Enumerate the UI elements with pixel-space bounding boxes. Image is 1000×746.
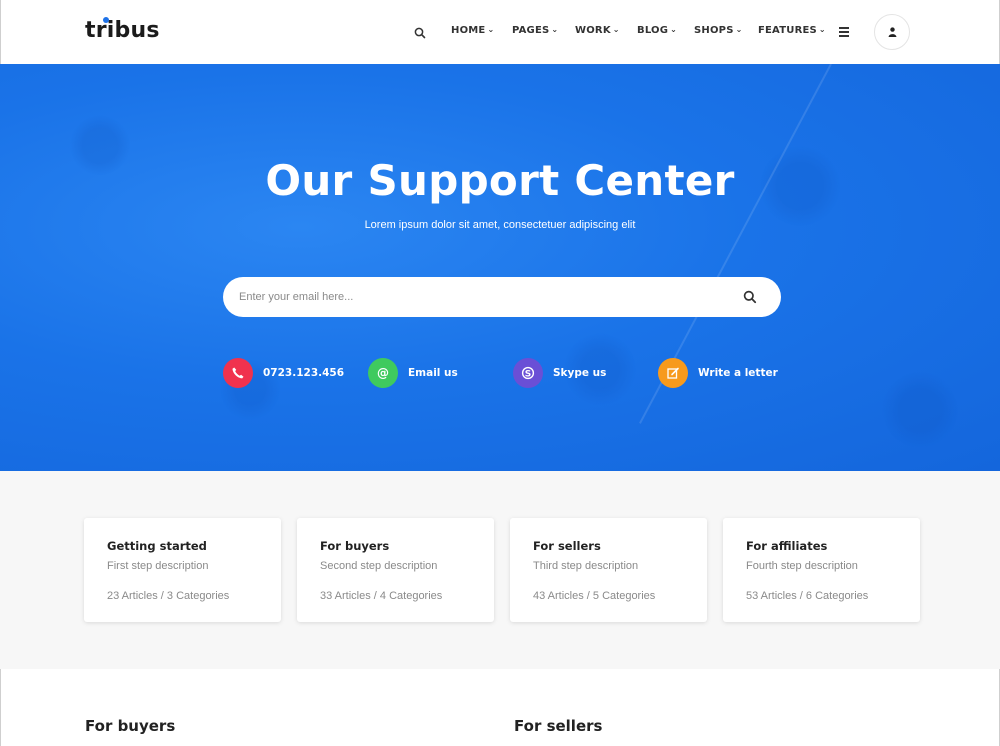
- hero-background-texture: [0, 64, 1000, 471]
- search-icon[interactable]: [414, 26, 426, 39]
- at-icon: @: [368, 358, 398, 388]
- nav-item-home[interactable]: HOME ⌄: [451, 25, 494, 36]
- chevron-down-icon: ⌄: [612, 25, 620, 34]
- nav-item-pages[interactable]: PAGES ⌄: [512, 25, 558, 36]
- user-button[interactable]: [874, 14, 910, 50]
- card-description: First step description: [107, 560, 209, 572]
- hero-title: Our Support Center: [265, 156, 735, 205]
- nav-item-features[interactable]: FEATURES ⌄: [758, 25, 826, 36]
- user-icon: [888, 27, 897, 37]
- section-title-for-buyers: For buyers: [85, 717, 176, 735]
- section-title-for-sellers: For sellers: [514, 717, 603, 735]
- card-stats: 43 Articles / 5 Categories: [533, 590, 656, 602]
- category-card-getting-started[interactable]: Getting started First step description 2…: [84, 518, 281, 622]
- chevron-down-icon: ⌄: [735, 25, 743, 34]
- phone-icon: [223, 358, 253, 388]
- nav-item-blog[interactable]: BLOG ⌄: [637, 25, 677, 36]
- site-header: tribus HOME ⌄ PAGES ⌄ WORK ⌄ BLOG ⌄ SHOPS ⌄ F…: [0, 0, 1000, 64]
- chevron-down-icon: ⌄: [487, 25, 495, 34]
- category-card-for-sellers[interactable]: For sellers Third step description 43 Ar…: [510, 518, 707, 622]
- edit-icon: [658, 358, 688, 388]
- hamburger-icon[interactable]: [839, 27, 849, 37]
- hero-section: Our Support Center Lorem ipsum dolor sit…: [0, 64, 1000, 471]
- nav-item-shops[interactable]: SHOPS ⌄: [694, 25, 743, 36]
- chevron-down-icon: ⌄: [818, 25, 826, 34]
- main-nav: HOME ⌄ PAGES ⌄ WORK ⌄ BLOG ⌄ SHOPS ⌄ FEATURES…: [1, 0, 1000, 64]
- svg-text:@: @: [377, 366, 389, 380]
- faq-section: For buyers For sellers: [0, 669, 1000, 746]
- category-card-for-buyers[interactable]: For buyers Second step description 33 Ar…: [297, 518, 494, 622]
- card-stats: 23 Articles / 3 Categories: [107, 590, 230, 602]
- categories-section: Getting started First step description 2…: [0, 471, 1000, 669]
- card-title: For sellers: [533, 539, 601, 553]
- card-title: For buyers: [320, 539, 390, 553]
- skype-icon: S: [513, 358, 543, 388]
- email-search-box: [223, 277, 781, 317]
- chevron-down-icon: ⌄: [551, 25, 559, 34]
- card-stats: 33 Articles / 4 Categories: [320, 590, 443, 602]
- nav-item-work[interactable]: WORK ⌄: [575, 25, 620, 36]
- email-input[interactable]: [239, 277, 719, 317]
- card-title: Getting started: [107, 539, 207, 553]
- hero-subtitle: Lorem ipsum dolor sit amet, consectetuer…: [364, 219, 636, 231]
- card-title: For affiliates: [746, 539, 828, 553]
- card-description: Fourth step description: [746, 560, 858, 572]
- card-description: Second step description: [320, 560, 438, 572]
- card-description: Third step description: [533, 560, 639, 572]
- search-submit-icon[interactable]: [743, 290, 757, 304]
- chevron-down-icon: ⌄: [670, 25, 678, 34]
- category-card-for-affiliates[interactable]: For affiliates Fourth step description 5…: [723, 518, 920, 622]
- card-stats: 53 Articles / 6 Categories: [746, 590, 869, 602]
- svg-text:S: S: [525, 369, 531, 379]
